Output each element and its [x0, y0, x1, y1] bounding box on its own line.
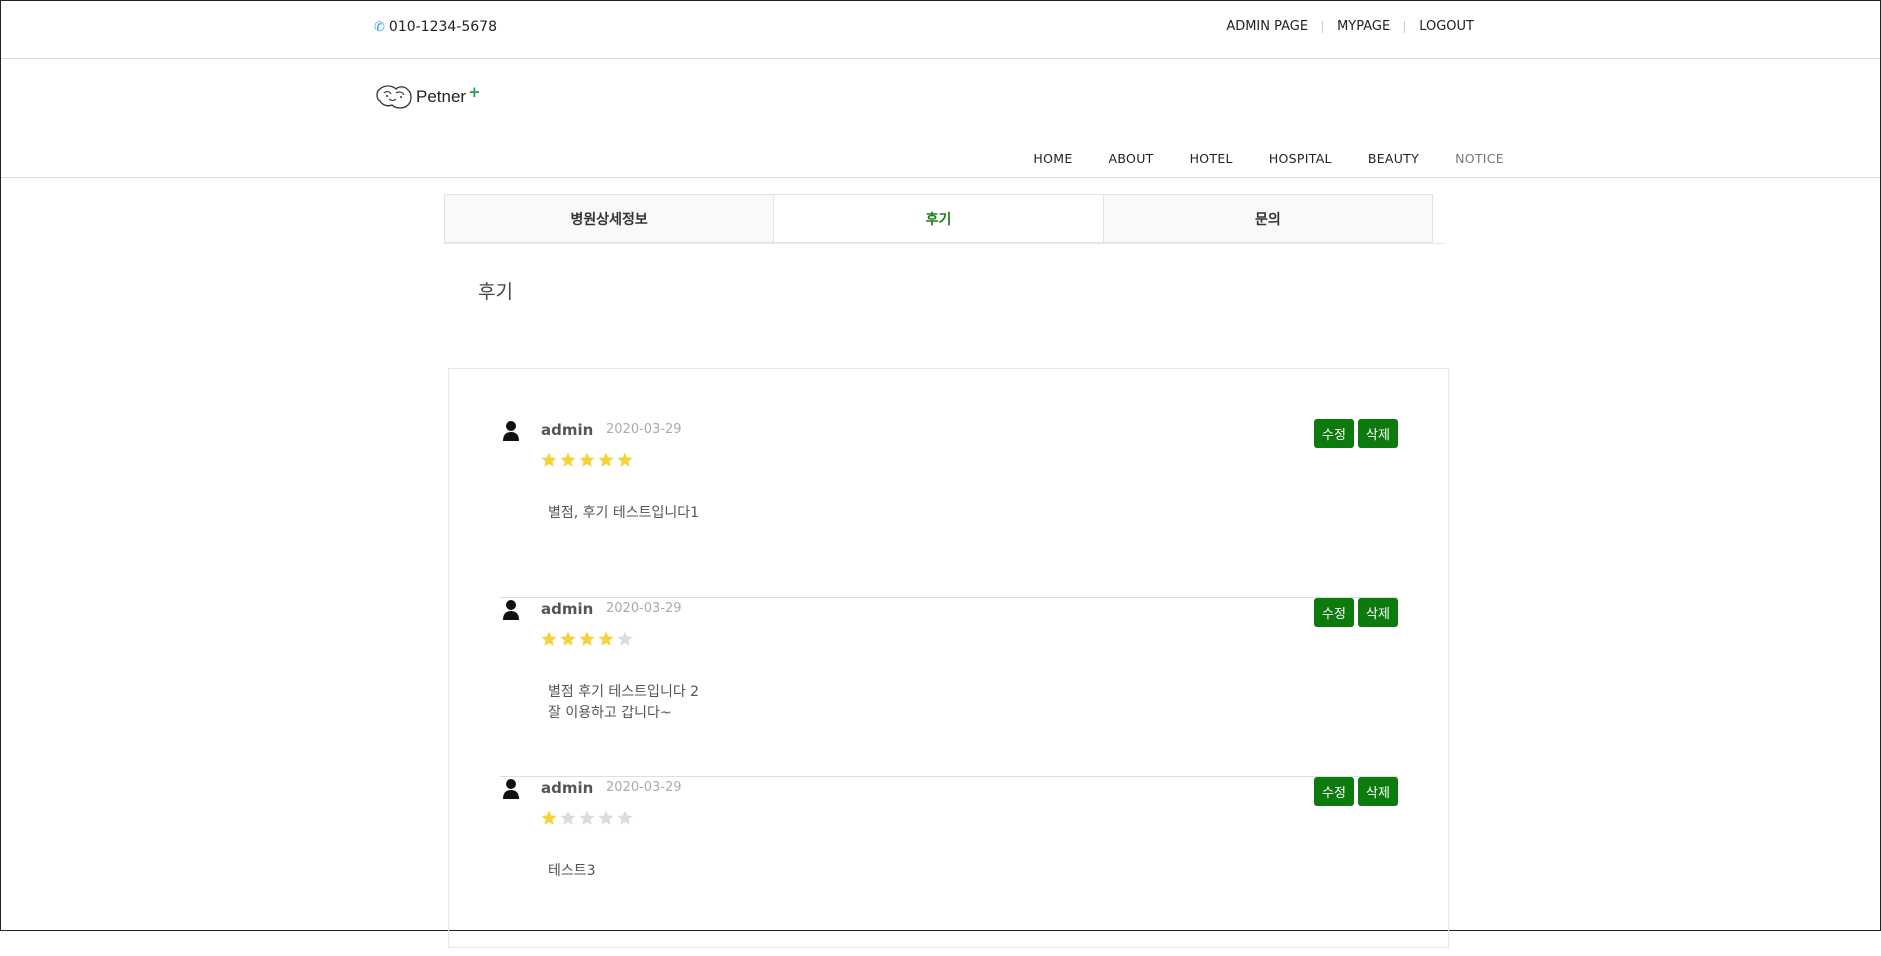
review-content: 별점 후기 테스트입니다 2 잘 이용하고 갑니다~: [548, 682, 699, 724]
review-item: admin 2020-03-29 테스트3 수정 삭제: [500, 777, 1398, 956]
delete-button[interactable]: 삭제: [1358, 419, 1398, 448]
nav-beauty[interactable]: BEAUTY: [1368, 151, 1419, 166]
nav-notice[interactable]: NOTICE: [1455, 151, 1504, 166]
star-empty-icon: [598, 810, 614, 825]
star-filled-icon: [579, 631, 595, 646]
review-content: 별점, 후기 테스트입니다1: [548, 503, 699, 524]
review-actions: 수정 삭제: [1314, 777, 1398, 806]
star-filled-icon: [598, 631, 614, 646]
tabs-underline: [444, 243, 1444, 244]
review-content-line: 별점, 후기 테스트입니다1: [548, 505, 700, 521]
star-filled-icon: [560, 452, 576, 467]
user-avatar-icon: [503, 421, 519, 441]
logo-text: Petner: [416, 87, 467, 106]
delete-button[interactable]: 삭제: [1358, 598, 1398, 627]
delete-button[interactable]: 삭제: [1358, 777, 1398, 806]
star-filled-icon: [579, 452, 595, 467]
nav-about[interactable]: ABOUT: [1109, 151, 1154, 166]
star-empty-icon: [617, 810, 633, 825]
edit-button[interactable]: 수정: [1314, 419, 1354, 448]
nav-hospital[interactable]: HOSPITAL: [1269, 151, 1332, 166]
review-author: admin: [541, 779, 594, 797]
phone-contact: ✆ 010-1234-5678: [374, 19, 497, 35]
main-nav: HOME ABOUT HOTEL HOSPITAL BEAUTY NOTICE: [1033, 151, 1504, 166]
star-filled-icon: [617, 452, 633, 467]
review-author: admin: [541, 421, 594, 439]
review-item: admin 2020-03-29 별점, 후기 테스트입니다1 수정 삭제: [500, 419, 1398, 598]
star-rating: [540, 630, 634, 648]
site-header: Petner + HOME ABOUT HOTEL HOSPITAL BEAUT…: [1, 59, 1880, 178]
review-content: 테스트3: [548, 861, 596, 882]
star-empty-icon: [617, 631, 633, 646]
detail-tabs: 병원상세정보 후기 문의: [444, 194, 1433, 243]
star-rating: [540, 809, 634, 827]
top-bar: ✆ 010-1234-5678 ADMIN PAGE MYPAGE LOGOUT: [1, 1, 1880, 59]
star-filled-icon: [541, 810, 557, 825]
review-content-line: 잘 이용하고 갑니다~: [548, 705, 672, 721]
edit-button[interactable]: 수정: [1314, 598, 1354, 627]
star-empty-icon: [560, 810, 576, 825]
edit-button[interactable]: 수정: [1314, 777, 1354, 806]
review-item: admin 2020-03-29 별점 후기 테스트입니다 2 잘 이용하고 갑…: [500, 598, 1398, 777]
star-filled-icon: [598, 452, 614, 467]
logo-plus: +: [468, 83, 481, 101]
user-avatar-icon: [503, 779, 519, 799]
star-empty-icon: [579, 810, 595, 825]
phone-number: 010-1234-5678: [388, 19, 497, 35]
review-list: admin 2020-03-29 별점, 후기 테스트입니다1 수정 삭제 ad…: [448, 368, 1449, 948]
user-avatar-icon: [503, 600, 519, 620]
account-links: ADMIN PAGE MYPAGE LOGOUT: [1212, 19, 1488, 34]
nav-hotel[interactable]: HOTEL: [1190, 151, 1233, 166]
star-filled-icon: [541, 452, 557, 467]
site-logo[interactable]: Petner +: [374, 79, 481, 115]
tab-reviews[interactable]: 후기: [774, 195, 1104, 242]
star-filled-icon: [541, 631, 557, 646]
review-date: 2020-03-29: [606, 422, 682, 437]
dog-cat-logo-icon: [376, 85, 412, 109]
review-content-line: 테스트3: [548, 863, 596, 879]
phone-icon: ✆: [374, 19, 385, 35]
tab-hospital-details[interactable]: 병원상세정보: [445, 195, 775, 242]
tab-inquiry[interactable]: 문의: [1103, 195, 1432, 242]
review-content-line: 별점 후기 테스트입니다 2: [548, 684, 700, 700]
review-date: 2020-03-29: [606, 780, 682, 795]
mypage-link[interactable]: MYPAGE: [1323, 19, 1404, 34]
star-filled-icon: [560, 631, 576, 646]
review-author: admin: [541, 600, 594, 618]
star-rating: [540, 451, 634, 469]
logout-link[interactable]: LOGOUT: [1405, 19, 1488, 34]
review-actions: 수정 삭제: [1314, 419, 1398, 448]
section-title: 후기: [478, 281, 513, 303]
review-actions: 수정 삭제: [1314, 598, 1398, 627]
nav-home[interactable]: HOME: [1033, 151, 1072, 166]
review-date: 2020-03-29: [606, 601, 682, 616]
admin-page-link[interactable]: ADMIN PAGE: [1212, 19, 1322, 34]
